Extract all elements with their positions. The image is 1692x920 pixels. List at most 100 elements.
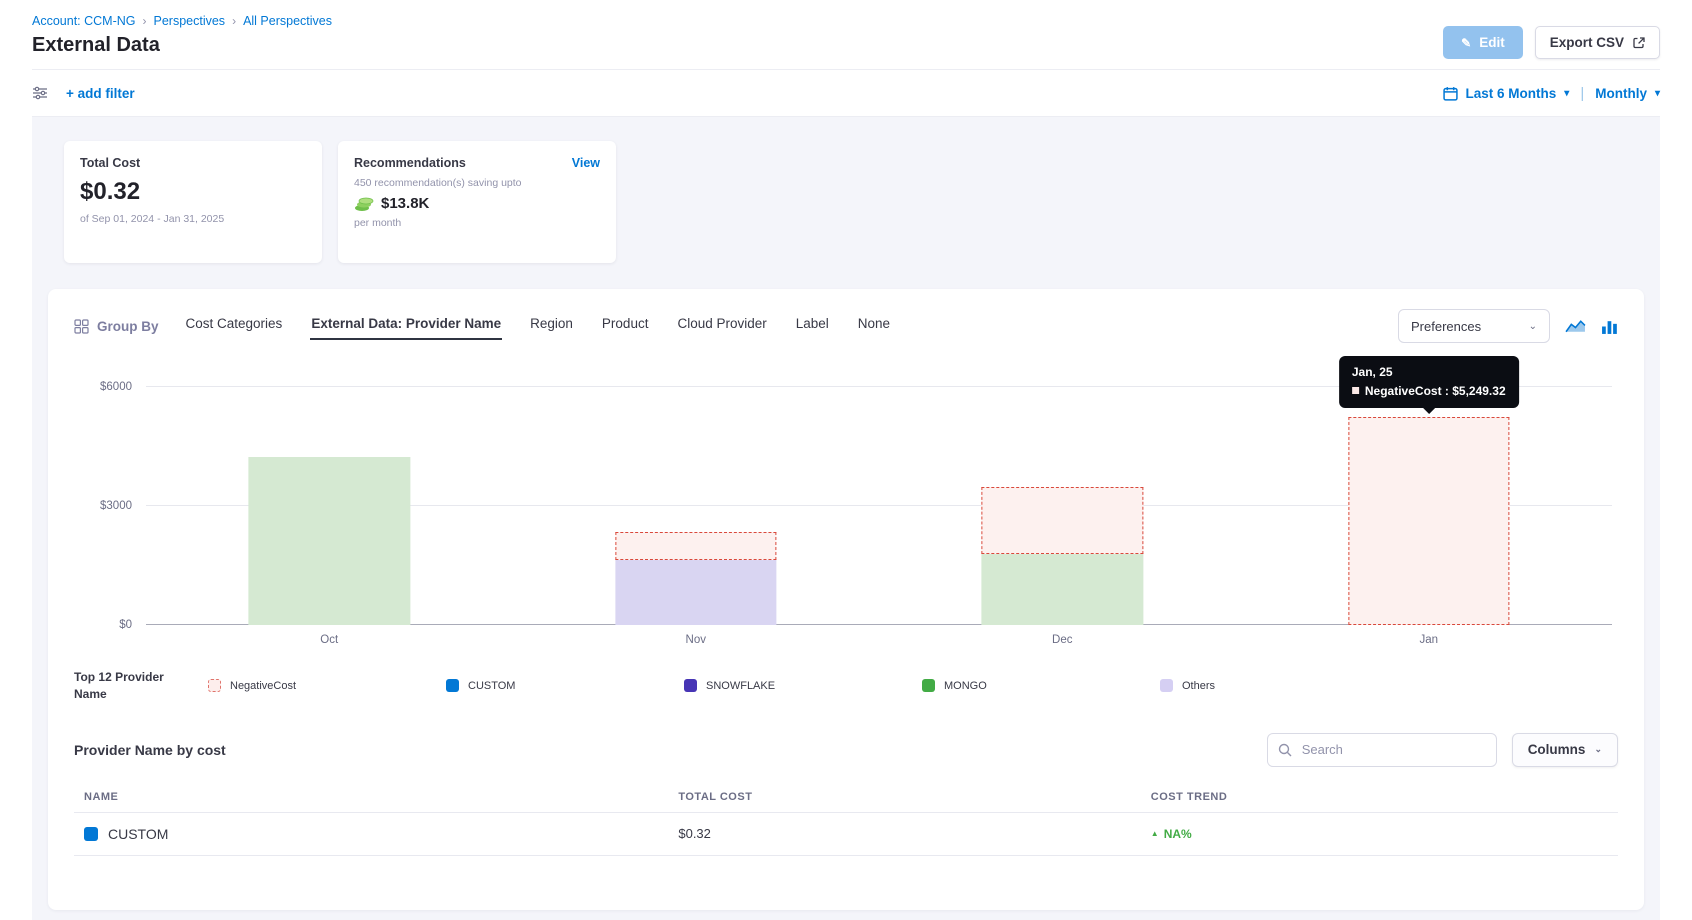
trend-up-icon: ▲ [1151,829,1159,838]
chart-plot: Jan, 25 NegativeCost : $5,249.32 $0$3000… [146,387,1612,625]
columns-button[interactable]: Columns ⌄ [1512,733,1618,767]
legend-swatch [922,679,935,692]
breadcrumb-perspectives-link[interactable]: Perspectives [154,14,226,28]
bar-segment-negativecost[interactable] [982,487,1143,554]
page-header: Account: CCM-NG › Perspectives › All Per… [32,14,1660,70]
export-csv-button[interactable]: Export CSV [1535,26,1660,59]
perspective-panel: Group By Cost Categories External Data: P… [48,289,1644,910]
external-link-icon [1633,37,1645,49]
legend-item-snowflake[interactable]: SNOWFLAKE [684,679,922,692]
tooltip-value: NegativeCost : $5,249.32 [1365,384,1506,398]
edit-button[interactable]: ✎ Edit [1443,26,1523,59]
breadcrumb-all-perspectives-link[interactable]: All Perspectives [243,14,332,28]
y-axis-tick: $0 [119,619,132,631]
legend-label: CUSTOM [468,680,515,692]
money-stack-icon [354,196,374,212]
preferences-label: Preferences [1411,319,1481,334]
total-cost-period: of Sep 01, 2024 - Jan 31, 2025 [80,213,306,225]
preferences-dropdown[interactable]: Preferences ⌄ [1398,309,1550,343]
add-filter-button[interactable]: + add filter [66,86,135,101]
total-cost-card[interactable]: Total Cost $0.32 of Sep 01, 2024 - Jan 3… [64,141,322,263]
search-box [1267,733,1497,767]
table-tools: Columns ⌄ [1267,733,1618,767]
bar-segment-mongo[interactable] [982,554,1143,625]
filter-bar: + add filter Last 6 Months ▾ | Monthly ▾ [32,70,1660,117]
row-name-cell: CUSTOM [84,826,678,842]
tab-product[interactable]: Product [601,312,650,340]
legend-label: Others [1182,680,1215,692]
header-actions: ✎ Edit Export CSV [1443,26,1660,59]
group-by-tabs: Cost Categories External Data: Provider N… [185,312,892,340]
chart-controls: Preferences ⌄ [1398,309,1618,343]
bar-nov[interactable]: Nov [513,387,880,625]
bar-segment-others[interactable] [615,560,776,625]
legend-swatch [446,679,459,692]
cost-chart: Jan, 25 NegativeCost : $5,249.32 $0$3000… [74,387,1618,655]
filter-sliders-icon[interactable] [32,86,48,100]
chevron-down-icon: ⌄ [1529,321,1537,332]
chevron-down-icon[interactable]: ▾ [1564,88,1569,99]
granularity-dropdown[interactable]: Monthly [1595,86,1647,101]
column-header-total-cost[interactable]: TOTAL COST [678,791,1150,803]
total-cost-value: $0.32 [80,178,306,206]
tab-none[interactable]: None [857,312,891,340]
legend-item-mongo[interactable]: MONGO [922,679,1160,692]
legend-label: MONGO [944,680,987,692]
search-icon [1278,743,1292,757]
legend-item-others[interactable]: Others [1160,679,1398,692]
column-header-cost-trend[interactable]: COST TREND [1151,791,1608,803]
bar-jan[interactable]: Jan [1246,387,1613,625]
bar-oct[interactable]: Oct [146,387,513,625]
edit-button-label: Edit [1479,35,1505,50]
x-axis-label: Nov [513,634,880,646]
group-by-row: Group By Cost Categories External Data: P… [74,309,1618,343]
chart-legend: Top 12 Provider Name NegativeCostCUSTOMS… [74,669,1618,703]
trend-value: NA% [1164,827,1192,841]
recommendations-label: Recommendations [354,156,466,170]
table-header-row: Provider Name by cost Columns ⌄ [74,733,1618,767]
legend-item-custom[interactable]: CUSTOM [446,679,684,692]
area-chart-icon[interactable] [1565,318,1586,335]
table-row[interactable]: CUSTOM $0.32▲ NA% [74,813,1618,856]
legend-swatch [684,679,697,692]
legend-label: NegativeCost [230,680,296,692]
recommendations-card[interactable]: Recommendations View 450 recommendation(… [338,141,616,263]
pencil-icon: ✎ [1461,36,1471,50]
search-input[interactable] [1267,733,1497,767]
table-body: CUSTOM $0.32▲ NA% [74,813,1618,856]
row-name: CUSTOM [108,826,168,842]
chevron-down-icon[interactable]: ▾ [1655,88,1660,99]
bar-chart-icon[interactable] [1601,318,1618,335]
chevron-down-icon: ⌄ [1594,744,1602,755]
bar-dec[interactable]: Dec [879,387,1246,625]
legend-items: NegativeCost CUSTOM SNOWFLAKE MONGO Others [208,679,1618,692]
tab-cost-categories[interactable]: Cost Categories [185,312,284,340]
y-axis-tick: $6000 [100,381,132,393]
tooltip-title: Jan, 25 [1352,365,1506,379]
total-cost-label: Total Cost [80,156,306,170]
group-by-label: Group By [74,319,159,334]
chart-tooltip: Jan, 25 NegativeCost : $5,249.32 [1339,356,1519,408]
row-total-cost: $0.32 [678,826,1150,841]
row-color-swatch [84,827,98,841]
tab-region[interactable]: Region [529,312,574,340]
column-header-name[interactable]: NAME [84,791,678,803]
legend-item-negativecost[interactable]: NegativeCost [208,679,446,692]
tab-external-data-provider-name[interactable]: External Data: Provider Name [310,312,502,340]
row-cost-trend: ▲ NA% [1151,827,1608,841]
bar-segment-negativecost[interactable] [615,532,776,559]
recommendations-view-link[interactable]: View [572,156,600,170]
tab-label[interactable]: Label [795,312,830,340]
breadcrumb-account-link[interactable]: Account: CCM-NG [32,14,136,28]
breadcrumb: Account: CCM-NG › Perspectives › All Per… [32,14,332,28]
calendar-icon [1443,86,1458,101]
bar-segment-mongo[interactable] [249,457,410,625]
recommendations-cadence: per month [354,217,600,229]
date-range-dropdown[interactable]: Last 6 Months [1466,86,1557,101]
bar-segment-negativecost[interactable] [1348,417,1509,625]
legend-swatch [1160,679,1173,692]
x-axis-label: Oct [146,634,513,646]
columns-button-label: Columns [1528,742,1586,757]
table-head: NAME TOTAL COST COST TREND [74,783,1618,813]
tab-cloud-provider[interactable]: Cloud Provider [676,312,767,340]
